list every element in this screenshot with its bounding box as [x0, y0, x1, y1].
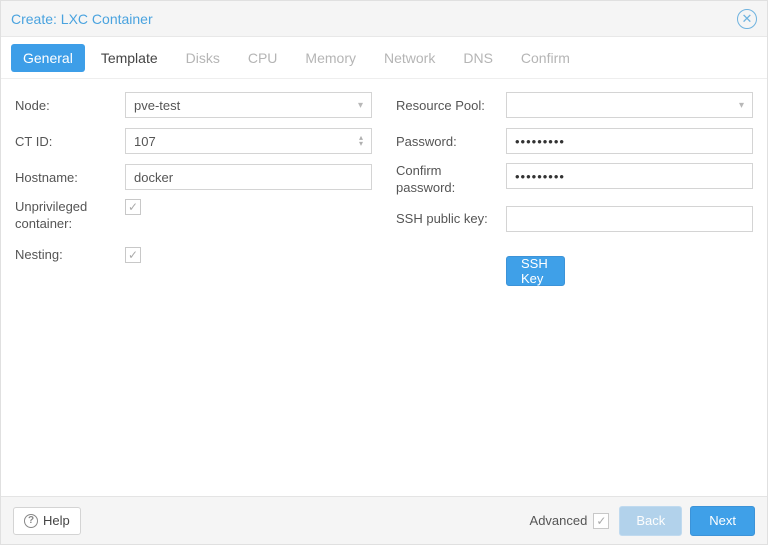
- spinner-down-icon: ▾: [359, 141, 363, 147]
- close-icon: ✕: [742, 12, 753, 25]
- tab-general[interactable]: General: [11, 44, 85, 72]
- ssh-key-input[interactable]: [506, 206, 753, 232]
- row-nesting: Nesting: ✓: [15, 241, 372, 269]
- tab-memory[interactable]: Memory: [293, 44, 368, 72]
- node-label: Node:: [15, 98, 125, 113]
- confirm-password-input[interactable]: •••••••••: [506, 163, 753, 189]
- chevron-down-icon: ▾: [358, 100, 363, 111]
- confirm-password-value: •••••••••: [515, 169, 565, 184]
- footer: ? Help Advanced ✓ Back Next: [1, 496, 767, 544]
- hostname-value: docker: [134, 170, 173, 185]
- tab-network[interactable]: Network: [372, 44, 447, 72]
- load-ssh-key-label: Load SSH Key File: [521, 241, 550, 301]
- tab-dns[interactable]: DNS: [451, 44, 505, 72]
- tab-template[interactable]: Template: [89, 44, 170, 72]
- pool-label: Resource Pool:: [396, 98, 506, 113]
- nesting-checkbox[interactable]: ✓: [125, 247, 141, 263]
- form-area: Node: pve-test ▾ CT ID: 107 ▴ ▾: [1, 79, 767, 496]
- node-select[interactable]: pve-test ▾: [125, 92, 372, 118]
- load-ssh-key-button[interactable]: Load SSH Key File: [506, 256, 565, 286]
- next-button[interactable]: Next: [690, 506, 755, 536]
- tab-cpu[interactable]: CPU: [236, 44, 290, 72]
- chevron-down-icon: ▾: [739, 100, 744, 111]
- row-ssh-key: SSH public key:: [396, 205, 753, 233]
- right-column: Resource Pool: ▾ Password: •••••••••: [396, 91, 753, 484]
- check-icon: ✓: [596, 514, 606, 528]
- dialog-title: Create: LXC Container: [11, 11, 737, 27]
- check-icon: ✓: [128, 248, 138, 262]
- row-load-ssh: Load SSH Key File: [396, 241, 753, 286]
- row-unprivileged: Unprivileged container: ✓: [15, 199, 372, 233]
- help-label: Help: [43, 513, 70, 528]
- pool-select[interactable]: ▾: [506, 92, 753, 118]
- hostname-label: Hostname:: [15, 170, 125, 185]
- ssh-key-label: SSH public key:: [396, 211, 506, 226]
- node-value: pve-test: [134, 98, 180, 113]
- row-hostname: Hostname: docker: [15, 163, 372, 191]
- ctid-value: 107: [134, 134, 156, 149]
- back-button: Back: [619, 506, 682, 536]
- titlebar: Create: LXC Container ✕: [1, 1, 767, 37]
- next-label: Next: [709, 513, 736, 528]
- advanced-label: Advanced: [530, 513, 588, 528]
- check-icon: ✓: [128, 200, 138, 214]
- tab-bar: General Template Disks CPU Memory Networ…: [1, 37, 767, 79]
- close-button[interactable]: ✕: [737, 9, 757, 29]
- left-column: Node: pve-test ▾ CT ID: 107 ▴ ▾: [15, 91, 372, 484]
- row-ctid: CT ID: 107 ▴ ▾: [15, 127, 372, 155]
- confirm-password-label: Confirm password:: [396, 163, 506, 197]
- back-label: Back: [636, 513, 665, 528]
- ctid-input[interactable]: 107 ▴ ▾: [125, 128, 372, 154]
- row-pool: Resource Pool: ▾: [396, 91, 753, 119]
- row-password: Password: •••••••••: [396, 127, 753, 155]
- password-label: Password:: [396, 134, 506, 149]
- row-node: Node: pve-test ▾: [15, 91, 372, 119]
- help-icon: ?: [24, 514, 38, 528]
- row-confirm-password: Confirm password: •••••••••: [396, 163, 753, 197]
- unprivileged-checkbox[interactable]: ✓: [125, 199, 141, 215]
- nesting-label: Nesting:: [15, 247, 125, 262]
- hostname-input[interactable]: docker: [125, 164, 372, 190]
- number-spinner[interactable]: ▴ ▾: [359, 135, 363, 147]
- password-input[interactable]: •••••••••: [506, 128, 753, 154]
- unprivileged-label: Unprivileged container:: [15, 199, 125, 233]
- advanced-toggle[interactable]: Advanced ✓: [530, 513, 610, 529]
- help-button[interactable]: ? Help: [13, 507, 81, 535]
- tab-disks[interactable]: Disks: [174, 44, 232, 72]
- password-value: •••••••••: [515, 134, 565, 149]
- dialog-window: Create: LXC Container ✕ General Template…: [0, 0, 768, 545]
- advanced-checkbox[interactable]: ✓: [593, 513, 609, 529]
- ctid-label: CT ID:: [15, 134, 125, 149]
- tab-confirm[interactable]: Confirm: [509, 44, 582, 72]
